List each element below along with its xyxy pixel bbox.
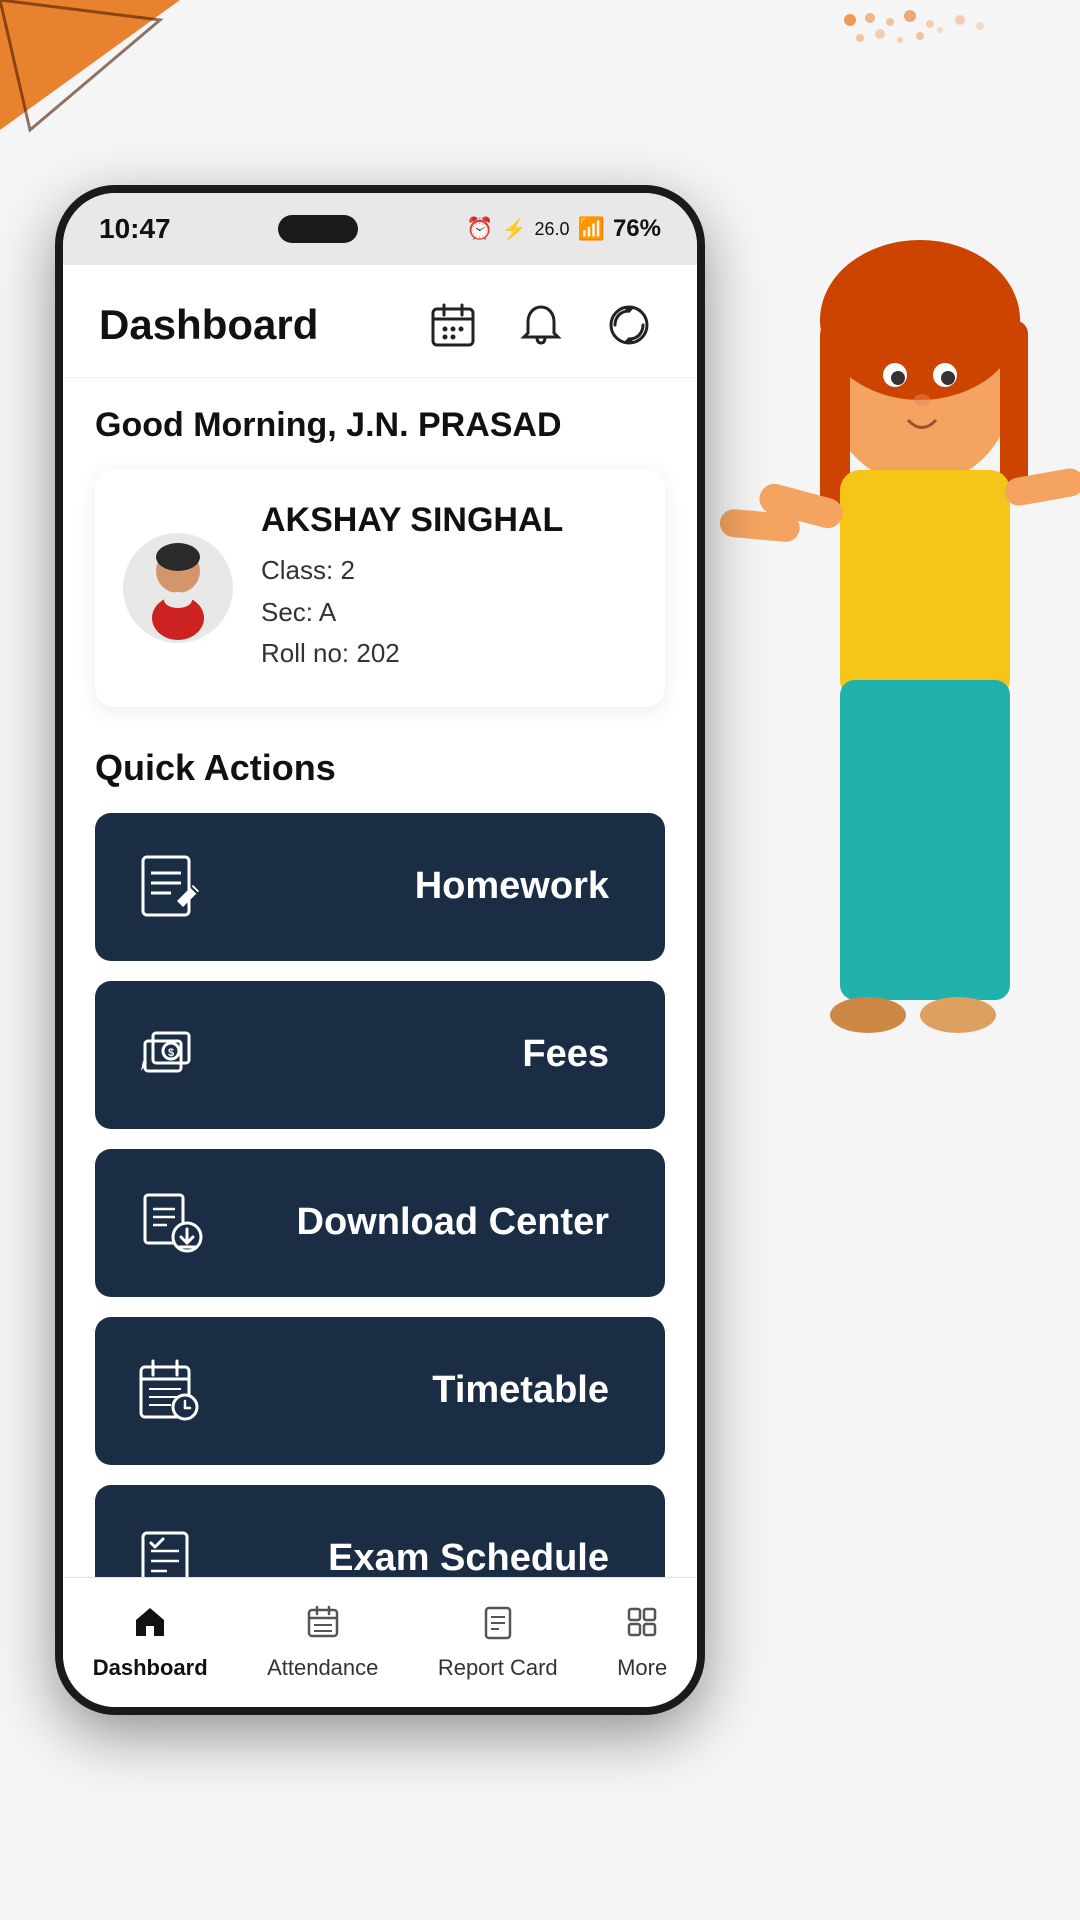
nav-attendance-label: Attendance bbox=[267, 1655, 378, 1681]
main-content: Good Morning, J.N. PRASAD bbox=[63, 378, 697, 1577]
nav-dashboard-label: Dashboard bbox=[93, 1655, 208, 1681]
status-notch bbox=[278, 215, 358, 243]
exam-schedule-button[interactable]: Exam Schedule bbox=[95, 1485, 665, 1577]
nav-dashboard[interactable]: Dashboard bbox=[73, 1596, 228, 1689]
homework-icon bbox=[131, 847, 211, 927]
alarm-icon: ⏰ bbox=[466, 216, 493, 242]
signal-icon: 📶 bbox=[578, 216, 605, 242]
nav-more[interactable]: More bbox=[597, 1596, 687, 1689]
bg-triangle-decoration bbox=[0, 0, 220, 160]
download-center-icon bbox=[131, 1183, 211, 1263]
greeting-text: Good Morning, J.N. PRASAD bbox=[95, 406, 665, 445]
bluetooth-icon: ⚡ bbox=[502, 217, 527, 242]
download-center-label: Download Center bbox=[297, 1201, 609, 1244]
student-class: Class: 2 Sec: A Roll no: 202 bbox=[261, 550, 563, 675]
homework-button[interactable]: Homework bbox=[95, 813, 665, 961]
fees-label: Fees bbox=[522, 1033, 609, 1076]
fees-button[interactable]: $ Fees bbox=[95, 981, 665, 1129]
calendar-icon bbox=[429, 301, 477, 349]
bottom-nav: Dashboard Attendance bbox=[63, 1577, 697, 1707]
download-center-button[interactable]: Download Center bbox=[95, 1149, 665, 1297]
status-bar: 10:47 ⏰ ⚡ 26.0 📶 76% bbox=[63, 193, 697, 265]
battery-level: 76% bbox=[613, 215, 661, 243]
student-avatar bbox=[123, 533, 233, 643]
calendar-button[interactable] bbox=[421, 293, 485, 357]
timetable-label: Timetable bbox=[432, 1369, 609, 1412]
timetable-button[interactable]: Timetable bbox=[95, 1317, 665, 1465]
student-card: AKSHAY SINGHAL Class: 2 Sec: A Roll no: … bbox=[95, 469, 665, 707]
home-icon bbox=[132, 1604, 168, 1649]
exam-schedule-label: Exam Schedule bbox=[328, 1537, 609, 1577]
fees-icon: $ bbox=[131, 1015, 211, 1095]
exam-schedule-icon bbox=[131, 1519, 211, 1577]
more-icon bbox=[624, 1604, 660, 1649]
nav-more-label: More bbox=[617, 1655, 667, 1681]
nav-report-card[interactable]: Report Card bbox=[418, 1596, 578, 1689]
student-info: AKSHAY SINGHAL Class: 2 Sec: A Roll no: … bbox=[261, 501, 563, 675]
nav-report-card-label: Report Card bbox=[438, 1655, 558, 1681]
bell-icon bbox=[517, 301, 565, 349]
character-illustration bbox=[640, 160, 1080, 1360]
notification-button[interactable] bbox=[509, 293, 573, 357]
sync-button[interactable] bbox=[597, 293, 661, 357]
status-icons: ⏰ ⚡ 26.0 📶 76% bbox=[466, 215, 661, 243]
nav-attendance[interactable]: Attendance bbox=[247, 1596, 398, 1689]
report-icon bbox=[480, 1604, 516, 1649]
homework-label: Homework bbox=[415, 865, 609, 908]
svg-text:$: $ bbox=[168, 1047, 174, 1059]
page-title: Dashboard bbox=[99, 301, 318, 349]
status-time: 10:47 bbox=[99, 213, 171, 245]
bg-dots-decoration bbox=[840, 10, 1000, 70]
attendance-icon bbox=[305, 1604, 341, 1649]
timetable-icon bbox=[131, 1351, 211, 1431]
data-speed-icon: 26.0 bbox=[535, 219, 570, 240]
app-header: Dashboard bbox=[63, 265, 697, 378]
student-name: AKSHAY SINGHAL bbox=[261, 501, 563, 540]
header-actions bbox=[421, 293, 661, 357]
phone-frame: 10:47 ⏰ ⚡ 26.0 📶 76% Dashboard bbox=[55, 185, 705, 1715]
quick-actions-title: Quick Actions bbox=[95, 747, 665, 789]
sync-icon bbox=[605, 301, 653, 349]
